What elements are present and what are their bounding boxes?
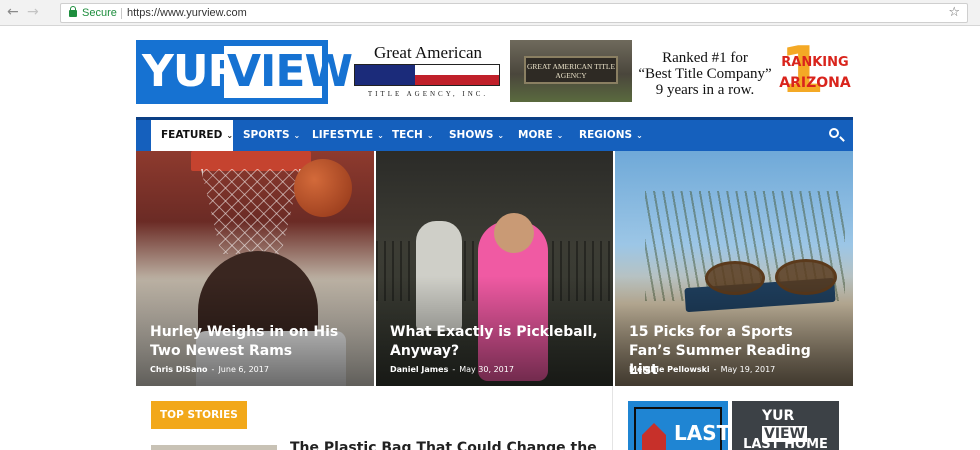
ad-sign-photo[interactable]: GREAT AMERICAN TITLE AGENCY [510, 40, 632, 102]
bookmark-star-icon[interactable]: ☆ [948, 5, 960, 20]
nav-label: SPORTS [243, 129, 290, 141]
browser-toolbar: ← → Secure https://www.yurview.com ☆ [0, 0, 980, 26]
chevron-down-icon: ⌄ [636, 131, 643, 140]
column-divider [612, 386, 613, 450]
search-icon[interactable] [829, 128, 839, 138]
nav-item-more[interactable]: MORE ⌄ [518, 120, 563, 151]
post-date: June 6, 2017 [218, 365, 269, 374]
ad-great-american-subtitle: TITLE AGENCY, INC. [367, 90, 489, 98]
chevron-down-icon: ⌄ [426, 131, 434, 140]
featured-meta: Chris DiSano - June 6, 2017 [150, 365, 269, 374]
nav-label: REGIONS [579, 129, 633, 141]
ranking-line3: 9 years in a row. [655, 82, 755, 98]
basketball-graphic [294, 159, 352, 217]
ad-great-american-logo[interactable]: Great American TITLE AGENCY, INC. [352, 40, 504, 102]
author-name[interactable]: Chris DiSano [150, 365, 208, 374]
promo-text: LAST [674, 421, 728, 445]
chevron-down-icon: ⌄ [226, 131, 234, 140]
nav-item-tech[interactable]: TECH ⌄ [392, 120, 434, 151]
featured-tile[interactable]: What Exactly is Pickleball, Anyway? Dani… [376, 151, 613, 386]
ranking-number-one: 1 [780, 34, 825, 108]
featured-meta: Melanie Pellowski - May 19, 2017 [629, 365, 775, 374]
author-name[interactable]: Daniel James [390, 365, 448, 374]
ranking-line2: “Best Title Company” [638, 66, 772, 82]
nav-item-regions[interactable]: REGIONS ⌄ [579, 120, 643, 151]
story-title-text: The Plastic Bag That Could Change the [290, 440, 597, 450]
featured-title[interactable]: Hurley Weighs in on His Two Newest Rams [150, 323, 360, 361]
chevron-down-icon: ⌄ [497, 131, 505, 140]
chevron-down-icon: ⌄ [377, 131, 384, 140]
nav-item-featured[interactable]: FEATURED ⌄ [151, 120, 233, 151]
story-title[interactable]: The Plastic Bag That Could Change the [290, 440, 610, 450]
chevron-down-icon: ⌄ [556, 131, 564, 140]
url-text[interactable]: https://www.yurview.com [127, 7, 247, 19]
chevron-down-icon: ⌄ [293, 131, 301, 140]
ranking-line1: Ranked #1 for [662, 50, 748, 66]
ranking-badge-word1: RANKING [781, 55, 849, 70]
net-graphic [201, 169, 301, 254]
post-date: May 19, 2017 [720, 365, 776, 374]
nav-label: FEATURED [161, 129, 223, 141]
nav-item-sports[interactable]: SPORTS ⌄ [243, 120, 300, 151]
top-stories-label: TOP STORIES [151, 401, 247, 429]
back-arrow-icon[interactable]: ← [7, 4, 19, 20]
nav-label: TECH [392, 129, 423, 141]
sidebar-promo-last-home[interactable]: YURVIEW LAST HOME [732, 401, 839, 450]
player-head-graphic [494, 213, 534, 253]
sidebar-promo-last[interactable]: LAST [628, 401, 728, 450]
nav-item-lifestyle[interactable]: LIFESTYLE ⌄ [312, 120, 384, 151]
ad-ranking[interactable]: 1 Ranked #1 for “Best Title Company” 9 y… [634, 36, 857, 106]
author-name[interactable]: Melanie Pellowski [629, 365, 710, 374]
nav-item-shows[interactable]: SHOWS ⌄ [449, 120, 504, 151]
logo-view-box: VIEW [224, 46, 353, 98]
meta-separator: - [452, 365, 456, 374]
main-nav: FEATURED ⌄ SPORTS ⌄ LIFESTYLE ⌄ TECH ⌄ SHOWS… [136, 117, 853, 151]
meta-separator: - [713, 365, 717, 374]
forward-arrow-icon[interactable]: → [27, 4, 39, 20]
mini-logo-yur: YUR [762, 408, 795, 424]
promo-text: LAST HOME [743, 437, 828, 450]
yurview-logo[interactable]: YUR VIEW [136, 40, 353, 104]
address-separator [121, 8, 122, 19]
nav-label: LIFESTYLE [312, 129, 374, 141]
featured-tile[interactable]: Hurley Weighs in on His Two Newest Rams … [136, 151, 374, 386]
meta-separator: - [211, 365, 215, 374]
featured-tile[interactable]: 15 Picks for a Sports Fan’s Summer Readi… [615, 151, 853, 386]
address-bar[interactable]: Secure https://www.yurview.com ☆ [60, 3, 968, 23]
yurview-mini-logo: YURVIEW [762, 407, 839, 442]
logo-text-view: VIEW [227, 46, 353, 97]
featured-title[interactable]: What Exactly is Pickleball, Anyway? [390, 323, 600, 361]
lock-icon [69, 6, 77, 17]
sign-board: GREAT AMERICAN TITLE AGENCY [524, 56, 618, 84]
post-date: May 30, 2017 [459, 365, 514, 374]
secure-label: Secure [82, 7, 117, 19]
nav-label: SHOWS [449, 129, 494, 141]
sign-text: GREAT AMERICAN TITLE AGENCY [526, 62, 616, 80]
ranking-text: Ranked #1 for “Best Title Company” 9 yea… [634, 50, 776, 98]
featured-meta: Daniel James - May 30, 2017 [390, 365, 514, 374]
flag-graphic [354, 64, 500, 86]
ad-great-american-title: Great American [373, 43, 483, 62]
story-thumbnail[interactable] [151, 445, 277, 450]
hoop-rim-graphic [191, 151, 311, 171]
ranking-badge-word2: ARIZONA [779, 75, 851, 91]
nav-label: MORE [518, 129, 553, 141]
